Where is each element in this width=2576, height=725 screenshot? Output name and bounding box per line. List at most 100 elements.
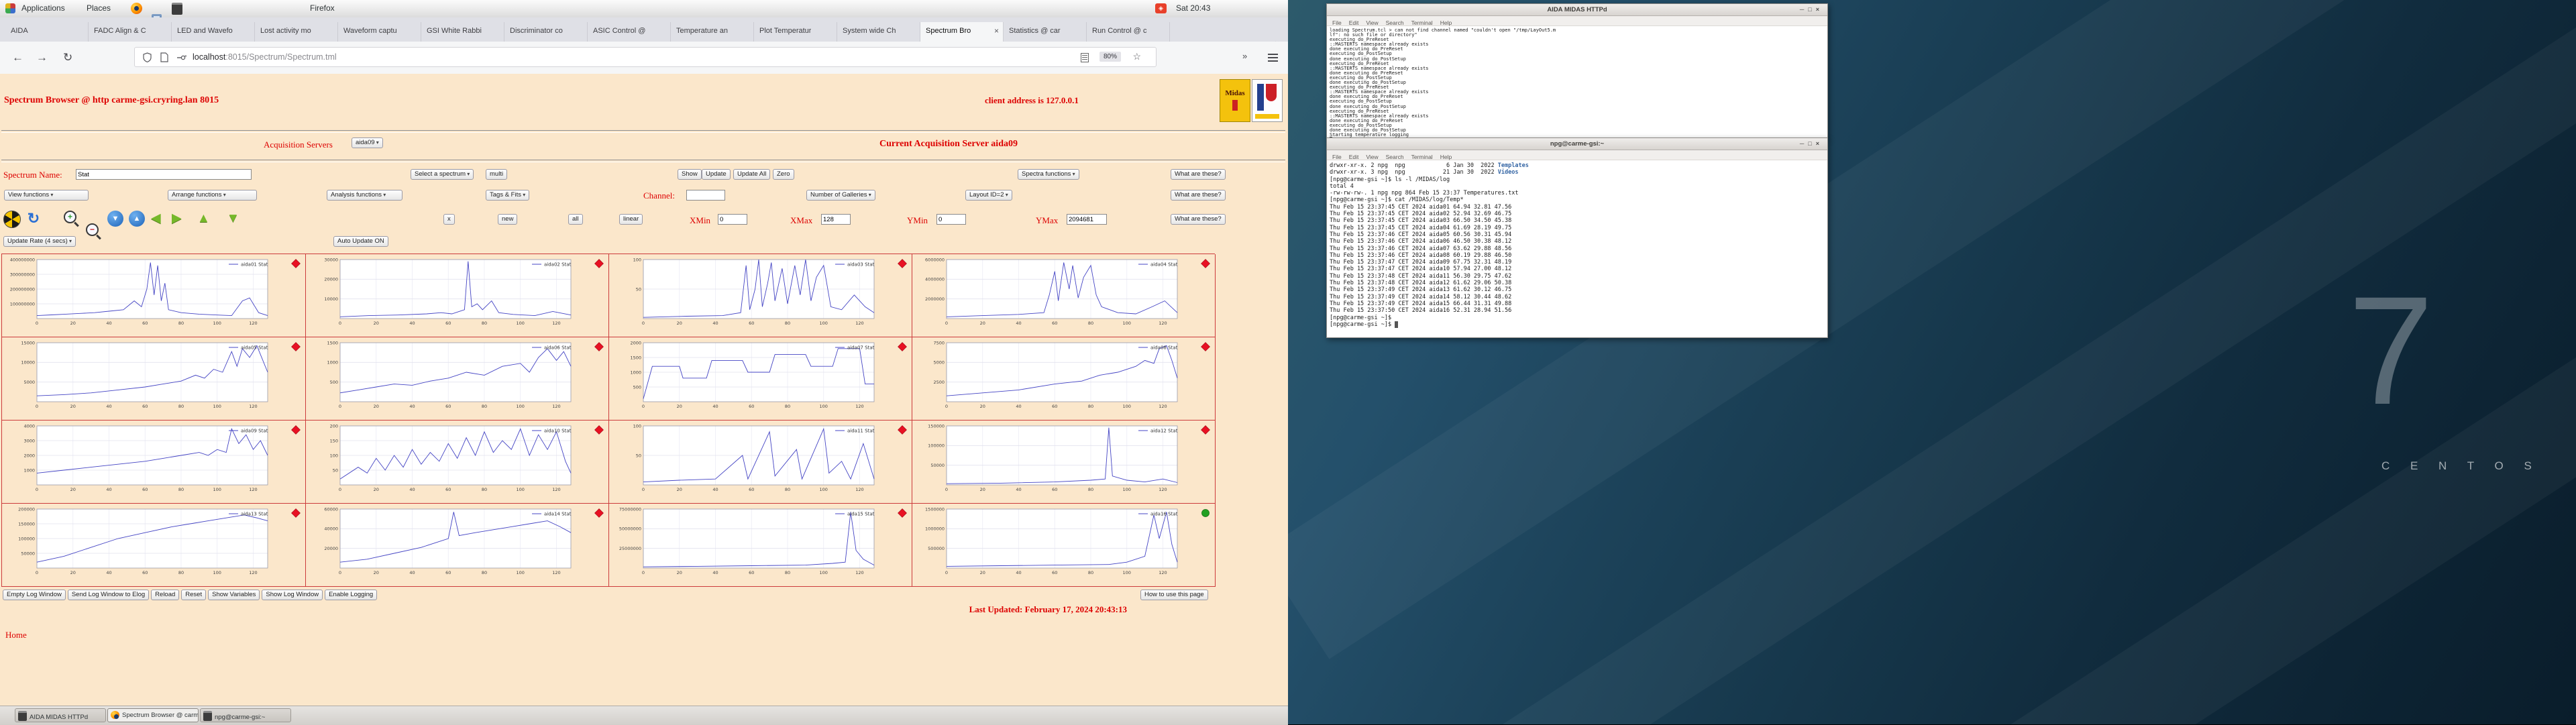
browser-tab[interactable]: System wide Ch	[837, 22, 920, 42]
shield-icon[interactable]	[143, 52, 152, 62]
spectrum-cell-aida13[interactable]: 0 20 40 60 80 100 120 200000 150000 100000 50000 ai…	[2, 504, 306, 587]
browser-tab[interactable]: Waveform captu	[338, 22, 421, 42]
terminal-menu-help[interactable]: Help	[1440, 152, 1452, 162]
spectrum-cell-aida07[interactable]: 0 20 40 60 80 100 120 2000 1500 1000 500 aida07 Sta…	[608, 337, 912, 421]
update-button[interactable]: Update	[702, 169, 731, 180]
places-menu[interactable]: Places	[87, 3, 111, 13]
ymin-input[interactable]	[936, 214, 966, 225]
how-to-use-button[interactable]: How to use this page	[1140, 590, 1208, 600]
taskbar-button[interactable]: Spectrum Browser @ carme-gs...	[107, 708, 199, 722]
spectrum-cell-aida02[interactable]: 0 20 40 60 80 100 120 30000 20000 10000 aida02 Sta…	[305, 254, 609, 337]
terminal-menu-edit[interactable]: Edit	[1349, 18, 1359, 27]
distro-menu-icon[interactable]	[5, 3, 15, 13]
tab-close-icon[interactable]: ×	[994, 26, 999, 36]
reload-button[interactable]: Reload	[151, 590, 180, 600]
show-variables-button[interactable]: Show Variables	[208, 590, 260, 600]
show-log-window-button[interactable]: Show Log Window	[262, 590, 323, 600]
spectrum-cell-aida15[interactable]: 0 20 40 60 80 100 120 75000000 50000000 25000000 a…	[608, 504, 912, 587]
pan-left-icon[interactable]: ◀	[151, 211, 167, 227]
terminal-menu-terminal[interactable]: Terminal	[1411, 18, 1433, 27]
terminal-titlebar[interactable]: npg@carme-gsi:~ ─□×	[1327, 138, 1827, 150]
connection-icon[interactable]	[176, 52, 187, 62]
send-log-window-to-elog-button[interactable]: Send Log Window to Elog	[67, 590, 150, 600]
update-all-button[interactable]: Update All	[733, 169, 771, 180]
reload-button[interactable]: ↻	[63, 51, 72, 64]
browser-tab[interactable]: Temperature an	[671, 22, 754, 42]
zoom-out-icon[interactable]: −	[86, 223, 99, 236]
channel-input[interactable]	[686, 190, 725, 201]
maximize-icon[interactable]: □	[1808, 140, 1815, 147]
layout-id-dropdown[interactable]: Layout ID=2	[965, 190, 1012, 201]
forward-button[interactable]: →	[36, 51, 48, 64]
analysis-functions-dropdown[interactable]: Analysis functions	[327, 190, 402, 201]
all-button[interactable]: all	[568, 214, 583, 225]
browser-tab[interactable]: Statistics @ car	[1004, 22, 1087, 42]
terminal-menu-search[interactable]: Search	[1386, 18, 1404, 27]
maximize-icon[interactable]: □	[1808, 6, 1815, 13]
browser-tab[interactable]: Lost activity mo	[255, 22, 338, 42]
screen-recorder-icon[interactable]: ◈	[1155, 3, 1167, 13]
spectrum-cell-aida12[interactable]: 0 20 40 60 80 100 120 150000 100000 50000 aida12 S…	[912, 421, 1216, 504]
browser-tab[interactable]: FADC Align & C	[89, 22, 172, 42]
taskbar-button[interactable]: AIDA MIDAS HTTPd	[15, 708, 106, 722]
enable-logging-button[interactable]: Enable Logging	[325, 590, 378, 600]
overflow-menu-icon[interactable]: »	[1242, 51, 1247, 61]
show-button[interactable]: Show	[678, 169, 702, 180]
pan-down-icon[interactable]: ▼	[227, 211, 243, 227]
spectrum-cell-aida05[interactable]: 0 20 40 60 80 100 120 15000 10000 5000 aida05 Stat	[2, 337, 306, 421]
spectrum-cell-aida08[interactable]: 0 20 40 60 80 100 120 7500 5000 2500 aida08 Stat	[912, 337, 1216, 421]
x-axis-button[interactable]: x	[443, 214, 455, 225]
select-spectrum-dropdown[interactable]: Select a spectrum	[411, 169, 474, 180]
what-are-these-button[interactable]: What are these?	[1171, 169, 1226, 180]
url-text[interactable]: localhost:8015/Spectrum/Spectrum.tml	[193, 52, 337, 62]
close-icon[interactable]: ×	[1816, 140, 1823, 147]
browser-tab[interactable]: Discriminator co	[504, 22, 588, 42]
close-icon[interactable]: ×	[1816, 6, 1823, 13]
spectrum-cell-aida14[interactable]: 0 20 40 60 80 100 120 60000 40000 20000 aida14 Sta…	[305, 504, 609, 587]
update-rate-dropdown[interactable]: Update Rate (4 secs)	[3, 236, 76, 247]
taskbar-button[interactable]: npg@carme-gsi:~	[200, 708, 291, 722]
auto-update-button[interactable]: Auto Update ON	[333, 236, 388, 247]
reader-mode-icon[interactable]	[1081, 53, 1089, 62]
bookmark-star-icon[interactable]: ☆	[1132, 51, 1141, 62]
arrange-functions-dropdown[interactable]: Arrange functions	[168, 190, 257, 201]
acquisition-server-select[interactable]: aida09	[352, 137, 383, 148]
spectrum-cell-aida10[interactable]: 0 20 40 60 80 100 120 200 150 100 50 aida10 Stat	[305, 421, 609, 504]
spectrum-cell-aida11[interactable]: 0 20 40 60 80 100 120 100 50 aida11 Stat	[608, 421, 912, 504]
browser-tab[interactable]: Run Control @ c	[1087, 22, 1170, 42]
ymax-input[interactable]	[1067, 214, 1107, 225]
minimize-icon[interactable]: ─	[1800, 6, 1808, 13]
clock[interactable]: Sat 20:43	[1176, 3, 1210, 13]
spectrum-cell-aida09[interactable]: 0 20 40 60 80 100 120 4000 3000 2000 1000 aida09 St…	[2, 421, 306, 504]
zero-button[interactable]: Zero	[773, 169, 794, 180]
what-are-these-button[interactable]: What are these?	[1171, 214, 1226, 225]
xmax-input[interactable]	[821, 214, 851, 225]
spectrum-cell-aida06[interactable]: 0 20 40 60 80 100 120 1500 1000 500 aida06 Stat	[305, 337, 609, 421]
zoom-in-icon[interactable]: +	[64, 211, 76, 223]
spectra-functions-dropdown[interactable]: Spectra functions	[1018, 169, 1079, 180]
browser-tab[interactable]: LED and Wavefo	[172, 22, 255, 42]
view-functions-dropdown[interactable]: View functions	[4, 190, 89, 201]
tags-fits-dropdown[interactable]: Tags & Fits	[486, 190, 530, 201]
xmin-input[interactable]	[718, 214, 747, 225]
refresh-icon[interactable]: ↻	[25, 211, 42, 227]
back-button[interactable]: ←	[12, 51, 23, 64]
applications-menu[interactable]: Applications	[21, 3, 65, 13]
browser-tab[interactable]: ASIC Control @	[588, 22, 671, 42]
terminal-menu-terminal[interactable]: Terminal	[1411, 152, 1433, 162]
what-are-these-button[interactable]: What are these?	[1171, 190, 1226, 201]
terminal-menu-file[interactable]: File	[1332, 152, 1342, 162]
terminal-menu-search[interactable]: Search	[1386, 152, 1404, 162]
terminal-menu-help[interactable]: Help	[1440, 18, 1452, 27]
home-link[interactable]: Home	[5, 630, 27, 640]
browser-tab[interactable]: AIDA	[5, 22, 89, 42]
terminal-titlebar[interactable]: AIDA MIDAS HTTPd ─□×	[1327, 4, 1827, 16]
scroll-down-icon[interactable]: ▼	[107, 211, 123, 227]
new-button[interactable]: new	[498, 214, 518, 225]
zoom-level-badge[interactable]: 80%	[1099, 52, 1121, 62]
terminal-menu-view[interactable]: View	[1366, 152, 1378, 162]
spectrum-cell-aida16[interactable]: 0 20 40 60 80 100 120 1500000 1000000 500000 aida1…	[912, 504, 1216, 587]
hamburger-menu-icon[interactable]	[1268, 54, 1278, 55]
minimize-icon[interactable]: ─	[1800, 140, 1808, 147]
spectrum-cell-aida03[interactable]: 0 20 40 60 80 100 120 100 50 aida03 Stat	[608, 254, 912, 337]
